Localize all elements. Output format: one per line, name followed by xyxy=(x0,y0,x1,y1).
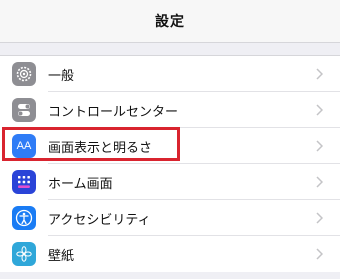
chevron-right-icon xyxy=(316,104,326,116)
settings-item-home-screen[interactable]: ホーム画面 xyxy=(0,164,340,200)
gear-icon xyxy=(12,62,36,86)
settings-item-label: 一般 xyxy=(48,68,75,84)
settings-item-label: アクセシビリティ xyxy=(48,212,151,228)
highlight-box xyxy=(2,127,180,161)
chevron-right-icon xyxy=(316,68,326,80)
settings-item-label: ホーム画面 xyxy=(48,176,113,192)
settings-list: 一般 コントロールセンター AA 画面表示と明るさ ホーム画面 アクセシビリティ… xyxy=(0,55,340,272)
chevron-right-icon xyxy=(316,140,326,152)
flower-icon xyxy=(12,242,36,266)
chevron-right-icon xyxy=(316,248,326,260)
settings-item-control-center[interactable]: コントロールセンター xyxy=(0,92,340,128)
app-grid-icon xyxy=(12,170,36,194)
settings-item-wallpaper[interactable]: 壁紙 xyxy=(0,236,340,272)
settings-item-accessibility[interactable]: アクセシビリティ xyxy=(0,200,340,236)
chevron-right-icon xyxy=(316,212,326,224)
page-title: 設定 xyxy=(155,14,185,30)
accessibility-icon xyxy=(12,206,36,230)
chevron-right-icon xyxy=(316,176,326,188)
settings-item-label: 壁紙 xyxy=(48,248,75,264)
navigation-bar: 設定 xyxy=(0,0,340,43)
settings-item-general[interactable]: 一般 xyxy=(0,56,340,92)
toggles-icon xyxy=(12,98,36,122)
settings-item-label: コントロールセンター xyxy=(48,104,179,120)
